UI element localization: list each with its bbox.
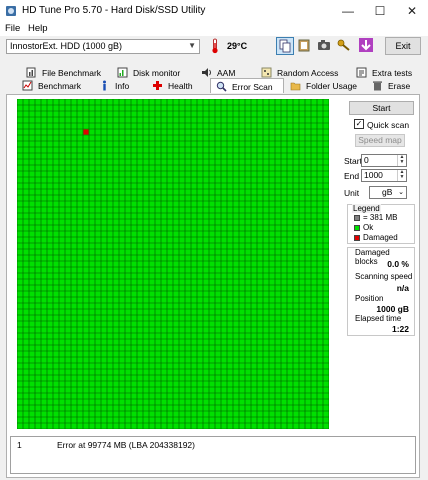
copy-screenshot-button[interactable] (296, 37, 314, 55)
end-field-value: 1000 (364, 170, 383, 180)
green-swatch-icon (354, 224, 360, 231)
trash-icon (373, 81, 382, 91)
tab-error-scan[interactable]: Error Scan (210, 78, 284, 93)
end-field-label: End (344, 171, 360, 181)
minimize-button[interactable]: — (332, 0, 364, 22)
spin-arrows-icon[interactable]: ▲ ▼ (397, 170, 406, 181)
spin-arrows-icon[interactable]: ▲ ▼ (397, 155, 406, 166)
app-disk-icon (6, 6, 16, 16)
position-label: Position (355, 294, 384, 303)
key-icon (337, 39, 350, 51)
damaged-block (83, 129, 89, 135)
exit-button[interactable]: Exit (385, 37, 421, 55)
speaker-icon (202, 68, 211, 77)
menu-bar: File Help (0, 22, 428, 36)
unit-label: Unit (344, 188, 360, 198)
scanning-speed-label: Scanning speed (355, 272, 413, 281)
legend-group: Legend = 381 MB Ok Damaged (347, 204, 415, 244)
damaged-blocks-value: 0.0 % (387, 259, 409, 269)
gray-swatch-icon (354, 214, 360, 221)
random-access-icon (261, 67, 272, 78)
info-icon (103, 80, 106, 91)
benchmark-icon (22, 80, 33, 91)
legend-title: Legend (352, 204, 381, 213)
error-log[interactable]: 1 Error at 99774 MB (LBA 204338192) (10, 436, 416, 474)
menu-file[interactable]: File (5, 23, 20, 34)
save-button[interactable] (358, 37, 376, 55)
app-window: HD Tune Pro 5.70 - Hard Disk/SSD Utility… (0, 0, 428, 480)
magnifier-icon (216, 81, 227, 92)
health-cross-icon (153, 81, 162, 90)
chevron-down-icon: ⌄ (398, 189, 404, 196)
start-field-value: 0 (364, 155, 369, 165)
scanning-speed-value: n/a (396, 283, 409, 293)
unit-select[interactable]: gB ⌄ (369, 186, 407, 199)
elapsed-time-value: 1:22 (391, 324, 409, 334)
scan-grid-svg (16, 98, 330, 430)
chevron-down-icon: ▼ (188, 41, 196, 50)
window-title: HD Tune Pro 5.70 - Hard Disk/SSD Utility (22, 5, 206, 16)
legend-ok: Ok (354, 223, 373, 232)
drive-select-value: InnostorExt. HDD (1000 gB) (10, 41, 123, 51)
extra-tests-icon (356, 67, 367, 78)
menu-help[interactable]: Help (28, 23, 48, 34)
log-row-message: Error at 99774 MB (LBA 204338192) (57, 440, 195, 450)
quick-scan-checkbox[interactable]: ✓ (354, 119, 364, 129)
screenshot-button[interactable] (316, 37, 334, 55)
red-swatch-icon (354, 234, 360, 241)
drive-select[interactable]: InnostorExt. HDD (1000 gB) ▼ (6, 39, 200, 54)
copy-info-button[interactable] (276, 37, 294, 55)
folder-icon (290, 82, 301, 91)
end-field[interactable]: 1000 ▲ ▼ (361, 169, 407, 182)
start-field[interactable]: 0 ▲ ▼ (361, 154, 407, 167)
stats-group: Damaged blocks 0.0 % Scanning speed n/a … (347, 247, 415, 336)
start-button[interactable]: Start (349, 101, 414, 115)
scan-block-map (16, 98, 330, 430)
title-bar: HD Tune Pro 5.70 - Hard Disk/SSD Utility… (0, 0, 428, 22)
camera-icon (318, 40, 330, 50)
copy-icon (279, 39, 291, 53)
elapsed-time-label: Elapsed time (355, 314, 402, 323)
options-button[interactable] (336, 37, 354, 55)
start-field-label: Start (344, 156, 362, 166)
file-benchmark-icon (26, 67, 36, 78)
speed-map-button[interactable]: Speed map (355, 134, 405, 147)
disk-monitor-icon (117, 67, 128, 78)
close-button[interactable]: ✕ (396, 0, 428, 22)
quick-scan-label: Quick scan (367, 120, 410, 130)
unit-select-value: gB (382, 187, 393, 197)
position-value: 1000 gB (376, 304, 409, 314)
download-arrow-icon (359, 38, 373, 52)
temperature-readout: 29°C (227, 41, 248, 51)
thermometer-icon (212, 38, 218, 54)
clipboard-icon (298, 39, 310, 52)
legend-block-size: = 381 MB (354, 213, 397, 222)
log-row-number: 1 (17, 440, 22, 450)
legend-damaged: Damaged (354, 233, 398, 242)
maximize-button[interactable]: ☐ (364, 0, 396, 22)
